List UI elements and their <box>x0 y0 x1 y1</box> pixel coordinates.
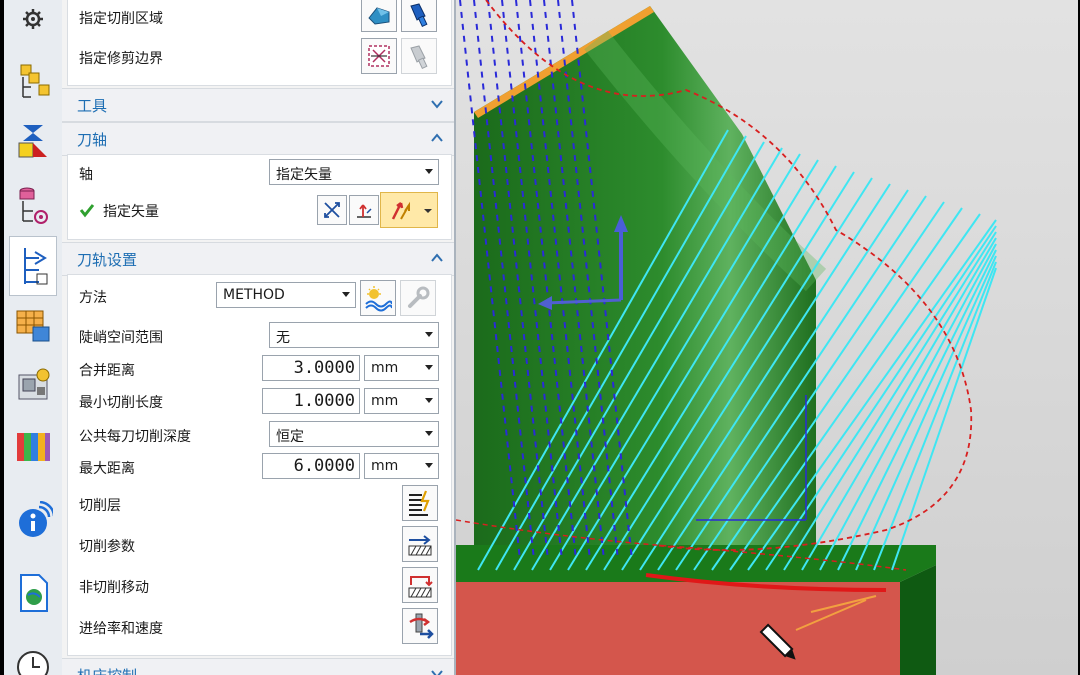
reverse-direction-button[interactable] <box>317 195 347 225</box>
web-document-icon[interactable] <box>10 570 56 616</box>
chevron-down-icon <box>431 670 443 675</box>
operation-dialog-panel: 指定切削区域 指定修剪边界 工具 刀轴 轴 指定矢量 指定矢量 刀轨设置 方法 … <box>62 0 456 675</box>
select-trim-boundary-button[interactable] <box>361 38 397 74</box>
machine-navigator-icon[interactable] <box>10 302 56 348</box>
assembly-navigator-icon[interactable] <box>10 58 56 104</box>
tool-axis-section-header[interactable]: 刀轴 <box>62 122 454 156</box>
max-distance-unit-dropdown[interactable]: mm <box>364 453 439 479</box>
min-cut-length-unit-dropdown[interactable]: mm <box>364 388 439 414</box>
method-value: METHOD <box>223 287 285 303</box>
tools-section-header[interactable]: 工具 <box>62 88 454 122</box>
steep-range-dropdown[interactable]: 无 <box>269 322 439 348</box>
feeds-speeds-button[interactable] <box>402 608 438 644</box>
trim-boundary-flashlight-button[interactable] <box>401 38 437 74</box>
cut-levels-label: 切削层 <box>79 498 121 514</box>
merge-distance-label: 合并距离 <box>79 363 135 379</box>
cut-area-label: 指定切削区域 <box>79 11 163 27</box>
merge-distance-input[interactable]: 3.0000 <box>262 355 360 381</box>
chevron-down-icon <box>431 100 443 109</box>
create-method-button[interactable] <box>360 280 396 316</box>
non-cutting-moves-button[interactable] <box>402 567 438 603</box>
vector-dialog-button[interactable] <box>349 195 379 225</box>
edit-method-button[interactable] <box>400 280 436 316</box>
cut-area-flashlight-button[interactable] <box>401 0 437 32</box>
max-distance-input[interactable]: 6.0000 <box>262 453 360 479</box>
dropdown-arrow-icon <box>425 398 433 403</box>
machine-control-title: 机床控制 <box>77 665 137 675</box>
checkmark-icon <box>79 204 95 218</box>
dropdown-arrow-icon <box>425 431 433 436</box>
cut-parameters-button[interactable] <box>402 526 438 562</box>
dropdown-arrow-icon <box>342 292 350 297</box>
tools-section-title: 工具 <box>77 97 108 115</box>
stock-block-front <box>456 582 900 675</box>
steep-range-value: 无 <box>276 330 290 346</box>
path-settings-title: 刀轨设置 <box>77 251 138 269</box>
min-cut-length-input[interactable]: 1.0000 <box>262 388 360 414</box>
method-label: 方法 <box>79 290 107 306</box>
resource-bar <box>4 0 63 675</box>
depth-per-cut-label: 公共每刀切削深度 <box>79 429 191 445</box>
machine-tool-icon[interactable] <box>10 362 56 408</box>
dropdown-arrow-icon <box>425 332 433 337</box>
non-cutting-moves-label: 非切削移动 <box>79 580 149 596</box>
chevron-up-icon <box>431 133 443 142</box>
specify-vector-label: 指定矢量 <box>103 204 159 220</box>
feeds-speeds-label: 进给率和速度 <box>79 621 163 637</box>
depth-per-cut-dropdown[interactable]: 恒定 <box>269 421 439 447</box>
depth-per-cut-value: 恒定 <box>276 429 304 445</box>
dropdown-arrow-icon <box>425 365 433 370</box>
dropdown-arrow-icon <box>425 463 433 468</box>
axis-label: 轴 <box>79 167 93 183</box>
machine-control-section-header[interactable]: 机床控制 <box>62 658 454 675</box>
axis-dropdown[interactable]: 指定矢量 <box>269 159 439 185</box>
library-icon[interactable] <box>10 424 56 470</box>
vector-inferred-icon <box>391 201 410 220</box>
info-icon[interactable] <box>10 498 56 544</box>
select-cut-area-button[interactable] <box>361 0 397 32</box>
cut-levels-button[interactable] <box>402 485 438 521</box>
method-dropdown[interactable]: METHOD <box>216 282 356 308</box>
settings-icon[interactable] <box>10 0 56 38</box>
vector-inferred-button[interactable] <box>380 192 438 228</box>
stock-block-side <box>900 565 936 675</box>
history-clock-icon[interactable] <box>10 644 56 675</box>
steep-range-label: 陡峭空间范围 <box>79 330 163 346</box>
part-navigator-icon[interactable] <box>10 182 56 228</box>
tool-axis-title: 刀轴 <box>77 131 108 149</box>
max-dist-unit-value: mm <box>371 458 399 474</box>
max-distance-label: 最大距离 <box>79 461 135 477</box>
part-toolpath-scene <box>456 0 1078 675</box>
operation-navigator-icon[interactable] <box>9 236 57 296</box>
merge-unit-value: mm <box>371 360 399 376</box>
min-cut-unit-value: mm <box>371 393 399 409</box>
axis-value: 指定矢量 <box>276 167 332 183</box>
min-cut-length-label: 最小切削长度 <box>79 395 163 411</box>
path-settings-section-header[interactable]: 刀轨设置 <box>62 242 454 276</box>
trim-boundary-label: 指定修剪边界 <box>79 51 163 67</box>
constraint-navigator-icon[interactable] <box>10 118 56 164</box>
chevron-up-icon <box>431 253 443 262</box>
graphics-viewport[interactable] <box>456 0 1078 675</box>
dropdown-arrow-icon <box>425 169 433 174</box>
cut-parameters-label: 切削参数 <box>79 539 135 555</box>
merge-distance-unit-dropdown[interactable]: mm <box>364 355 439 381</box>
dropdown-arrow-icon <box>424 209 432 213</box>
